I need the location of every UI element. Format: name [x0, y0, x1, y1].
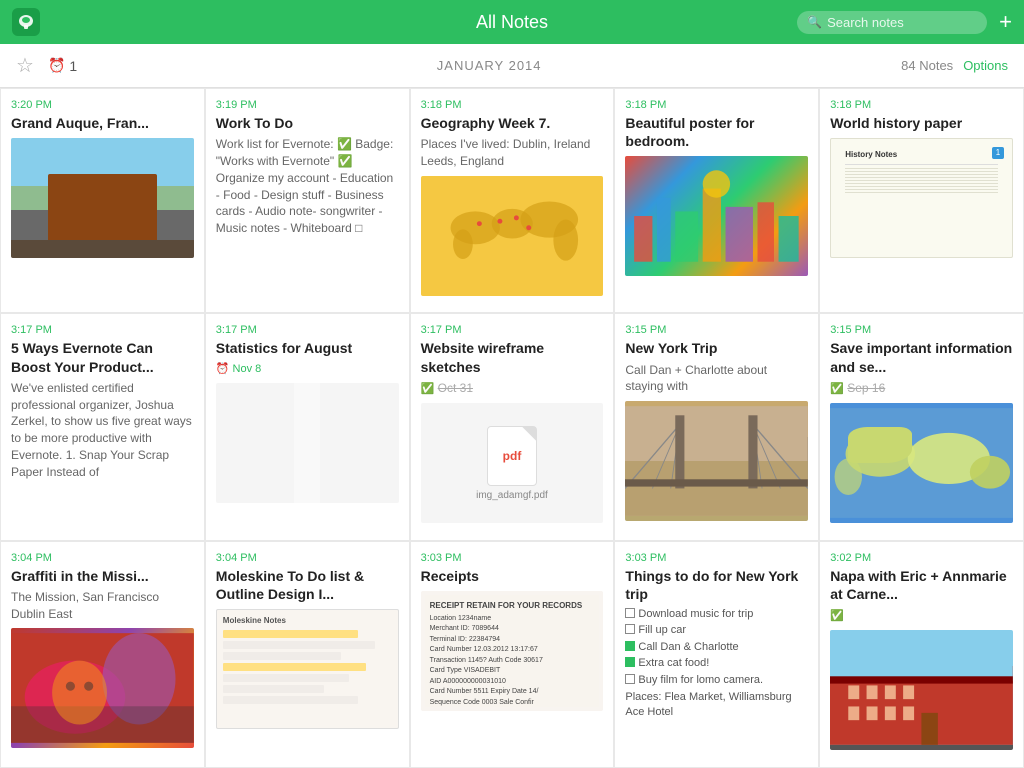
- note-time: 3:18 PM: [830, 99, 1013, 111]
- note-time: 3:18 PM: [625, 99, 808, 111]
- note-time: 3:18 PM: [421, 99, 604, 111]
- note-title: New York Trip: [625, 339, 808, 357]
- list-item[interactable]: 3:03 PM Things to do for New York trip D…: [615, 542, 818, 767]
- note-body: ✅: [830, 607, 1013, 624]
- note-time: 3:04 PM: [11, 552, 194, 564]
- note-body: We've enlisted certified professional or…: [11, 380, 194, 481]
- note-time: 3:19 PM: [216, 99, 399, 111]
- note-title: Work To Do: [216, 114, 399, 132]
- note-image: [625, 156, 808, 276]
- note-image: [421, 176, 604, 296]
- note-body: The Mission, San Francisco Dublin East: [11, 589, 194, 623]
- pdf-filename: img_adamgf.pdf: [476, 490, 548, 501]
- note-image: [216, 383, 399, 503]
- app-logo: [12, 8, 40, 36]
- note-title: Things to do for New York trip: [625, 567, 808, 603]
- reminder-badge[interactable]: ⏰ 1: [48, 57, 77, 74]
- app-header: All Notes 🔍 Search notes +: [0, 0, 1024, 44]
- note-body: Download music for trip Fill up car Call…: [625, 607, 808, 721]
- alarm-icon: ⏰: [48, 57, 65, 74]
- note-time: 3:17 PM: [421, 324, 604, 336]
- add-note-button[interactable]: +: [999, 9, 1012, 35]
- list-item[interactable]: 3:04 PM Moleskine To Do list & Outline D…: [206, 542, 409, 767]
- note-image: Moleskine Notes: [216, 609, 399, 729]
- note-time: 3:04 PM: [216, 552, 399, 564]
- list-item[interactable]: 3:15 PM New York Trip Call Dan + Charlot…: [615, 314, 818, 539]
- date-label: JANUARY 2014: [437, 58, 542, 73]
- list-item[interactable]: 3:20 PM Grand Auque, Fran...: [1, 89, 204, 312]
- note-title: Grand Auque, Fran...: [11, 114, 194, 132]
- note-title: Receipts: [421, 567, 604, 585]
- note-title: Moleskine To Do list & Outline Design I.…: [216, 567, 399, 603]
- note-title: Save important information and se...: [830, 339, 1013, 375]
- list-item[interactable]: 3:15 PM Save important information and s…: [820, 314, 1023, 539]
- note-title: 5 Ways Evernote Can Boost Your Product..…: [11, 339, 194, 375]
- list-item[interactable]: 3:17 PM Website wireframe sketches ✅ Oct…: [411, 314, 614, 539]
- note-image: [11, 628, 194, 748]
- toolbar: ☆ ⏰ 1 JANUARY 2014 84 Notes Options: [0, 44, 1024, 88]
- list-item[interactable]: 3:04 PM Graffiti in the Missi... The Mis…: [1, 542, 204, 767]
- note-body: ✅ Oct 31: [421, 380, 604, 397]
- note-image: [830, 630, 1013, 750]
- notes-grid: 3:20 PM Grand Auque, Fran... 3:19 PM Wor…: [0, 88, 1024, 768]
- favorites-icon[interactable]: ☆: [16, 53, 34, 78]
- note-image: [11, 138, 194, 258]
- note-time: 3:15 PM: [830, 324, 1013, 336]
- note-body: ⏰ Nov 8: [216, 362, 399, 377]
- note-body: Call Dan + Charlotte about staying with: [625, 362, 808, 396]
- search-placeholder: Search notes: [827, 15, 904, 30]
- note-time: 3:03 PM: [625, 552, 808, 564]
- reminder-count: 1: [69, 58, 77, 74]
- list-item[interactable]: 3:18 PM World history paper History Note…: [820, 89, 1023, 312]
- options-button[interactable]: Options: [963, 58, 1008, 73]
- note-time: 3:17 PM: [216, 324, 399, 336]
- note-image: RECEIPT RETAIN FOR YOUR RECORDS Location…: [421, 591, 604, 711]
- list-item[interactable]: 3:17 PM 5 Ways Evernote Can Boost Your P…: [1, 314, 204, 539]
- note-time: 3:03 PM: [421, 552, 604, 564]
- search-box[interactable]: 🔍 Search notes: [797, 11, 987, 34]
- note-time: 3:17 PM: [11, 324, 194, 336]
- list-item[interactable]: 3:17 PM Statistics for August ⏰ Nov 8: [206, 314, 409, 539]
- note-time: 3:15 PM: [625, 324, 808, 336]
- note-title: Graffiti in the Missi...: [11, 567, 194, 585]
- note-title: Napa with Eric + Annmarie at Carne...: [830, 567, 1013, 603]
- note-title: Geography Week 7.: [421, 114, 604, 132]
- note-body: Places I've lived: Dublin, Ireland Leeds…: [421, 136, 604, 170]
- note-body: ✅ Sep 16: [830, 380, 1013, 397]
- app-title: All Notes: [476, 12, 548, 33]
- note-time: 3:02 PM: [830, 552, 1013, 564]
- note-image: [830, 403, 1013, 523]
- list-item[interactable]: 3:02 PM Napa with Eric + Annmarie at Car…: [820, 542, 1023, 767]
- note-image: History Notes 1: [830, 138, 1013, 258]
- note-title: Beautiful poster for bedroom.: [625, 114, 808, 150]
- list-item[interactable]: 3:18 PM Beautiful poster for bedroom.: [615, 89, 818, 312]
- list-item[interactable]: 3:18 PM Geography Week 7. Places I've li…: [411, 89, 614, 312]
- note-title: Website wireframe sketches: [421, 339, 604, 375]
- pdf-icon: pdf: [487, 426, 537, 486]
- note-title: World history paper: [830, 114, 1013, 132]
- search-icon: 🔍: [807, 15, 822, 29]
- note-image: [625, 401, 808, 521]
- note-image: pdf img_adamgf.pdf: [421, 403, 604, 523]
- list-item[interactable]: 3:19 PM Work To Do Work list for Evernot…: [206, 89, 409, 312]
- note-time: 3:20 PM: [11, 99, 194, 111]
- list-item[interactable]: 3:03 PM Receipts RECEIPT RETAIN FOR YOUR…: [411, 542, 614, 767]
- notes-count: 84 Notes: [901, 58, 953, 73]
- note-body: Work list for Evernote: ✅ Badge: "Works …: [216, 136, 399, 237]
- note-title: Statistics for August: [216, 339, 399, 357]
